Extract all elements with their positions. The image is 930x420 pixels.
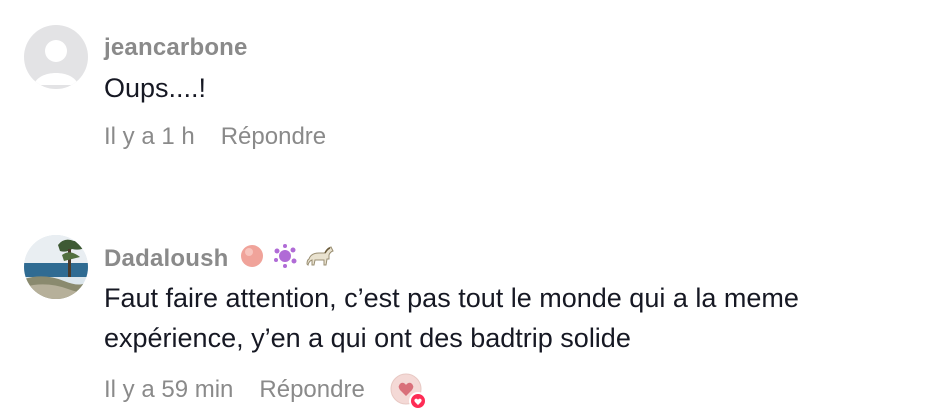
landscape-avatar-icon [24, 235, 88, 299]
comment-timestamp: Il y a 59 min [104, 376, 234, 403]
horse-emoji [305, 243, 335, 276]
avatar[interactable] [24, 235, 88, 299]
comment-username[interactable]: Dadaloush [104, 243, 335, 276]
comment-meta: Il y a 59 min Répondre [104, 372, 427, 410]
comment-item: Dadaloush Faut faire attention, c’est pa… [0, 0, 930, 420]
username-label: Dadaloush [104, 244, 229, 272]
peach-circle-emoji [239, 243, 265, 276]
purple-splash-emoji [272, 243, 298, 276]
creator-liked-heart-icon [389, 372, 427, 410]
comment-text: Faut faire attention, c’est pas tout le … [104, 283, 799, 353]
reply-button[interactable]: Répondre [259, 376, 364, 404]
